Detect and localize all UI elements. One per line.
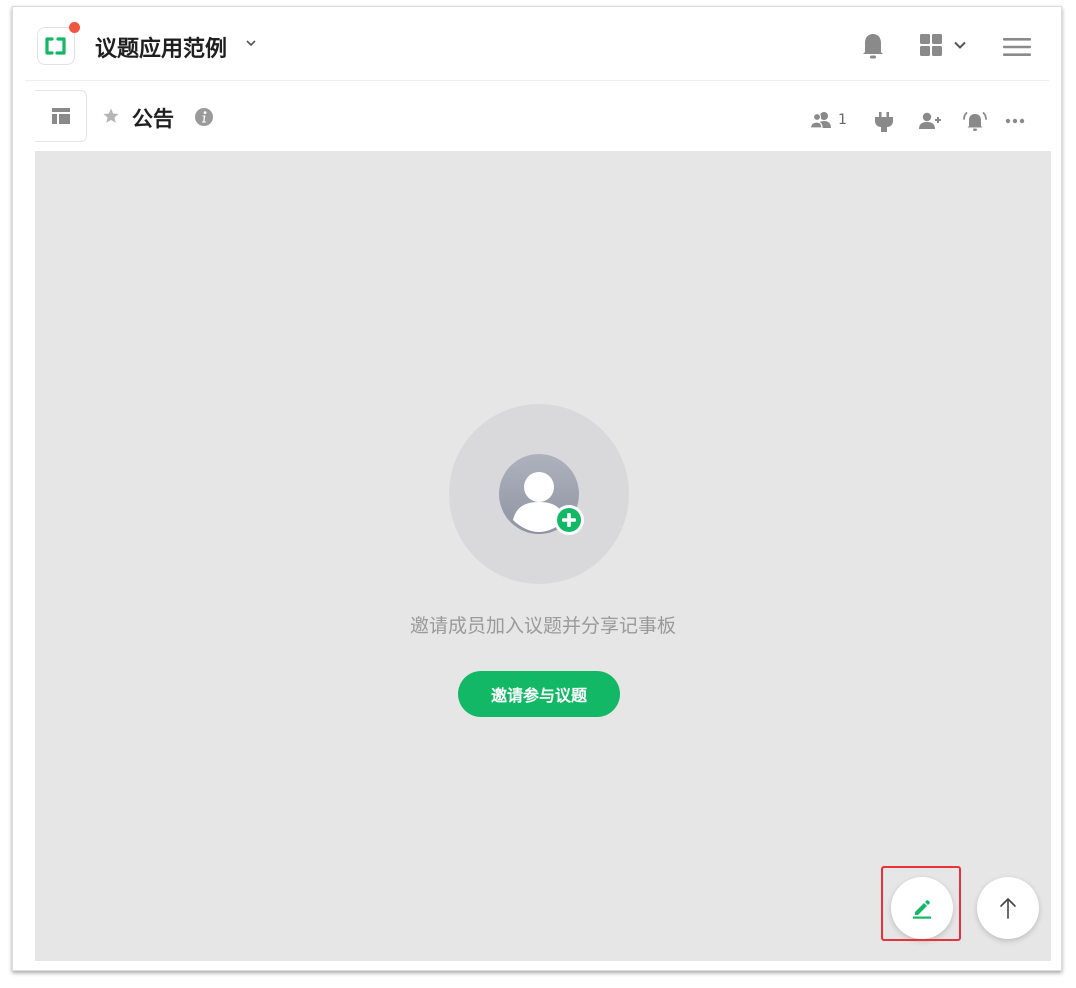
- hamburger-menu-icon[interactable]: [1003, 37, 1031, 57]
- app-window: 议题应用范例 公告 1 邀请成员加入议题并分享记事板 邀请参与议题: [12, 6, 1062, 971]
- scroll-to-top-button[interactable]: [977, 877, 1039, 939]
- app-logo[interactable]: [37, 22, 80, 65]
- layout-toggle-button[interactable]: [35, 90, 87, 142]
- pencil-icon: [913, 900, 931, 919]
- star-icon[interactable]: [102, 107, 120, 125]
- board-title: 公告: [132, 107, 174, 131]
- notification-dot: [69, 22, 80, 33]
- empty-state-illustration: [449, 404, 629, 584]
- empty-state-message: 邀请成员加入议题并分享记事板: [409, 615, 676, 637]
- grid-icon: [920, 34, 942, 56]
- plugin-icon[interactable]: [875, 112, 893, 132]
- board-content: 邀请成员加入议题并分享记事板 邀请参与议题: [35, 151, 1051, 961]
- info-icon[interactable]: [194, 107, 214, 127]
- more-options-icon[interactable]: [1005, 118, 1025, 124]
- chevron-down-icon: [954, 41, 966, 49]
- add-member-icon[interactable]: [919, 112, 941, 130]
- board-toolbar: 公告 1: [35, 81, 1051, 151]
- app-title[interactable]: 议题应用范例: [95, 31, 227, 63]
- members-icon: [810, 112, 831, 129]
- arrow-up-icon: [1000, 898, 1016, 919]
- layout-icon: [51, 108, 70, 124]
- member-count: 1: [838, 112, 847, 128]
- alarm-icon[interactable]: [963, 110, 987, 132]
- edit-button[interactable]: [891, 877, 953, 939]
- app-logo-icon: [45, 37, 66, 55]
- top-header: 议题应用范例: [13, 7, 1061, 81]
- chevron-down-icon[interactable]: [245, 37, 257, 49]
- members-button[interactable]: 1: [810, 111, 847, 129]
- bell-icon[interactable]: [861, 31, 885, 61]
- invite-user-icon: [499, 454, 584, 535]
- invite-to-topic-button[interactable]: 邀请参与议题: [458, 671, 620, 717]
- apps-switcher-button[interactable]: [919, 33, 967, 57]
